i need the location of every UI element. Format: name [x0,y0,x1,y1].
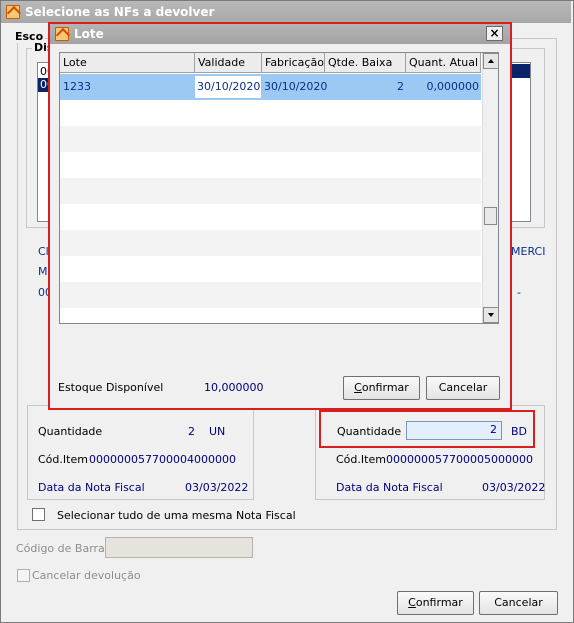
lote-dialog-title: Lote [74,27,104,41]
lote-cancel-button[interactable]: Cancelar [426,376,500,400]
nf-list-row-selected-tail [510,64,530,78]
cell-fabricacao[interactable]: 30/10/2020 [264,74,327,100]
empty-row [60,308,481,323]
empty-row [60,178,481,204]
barcode-label: Código de Barras [16,542,111,555]
right-quantidade-unit: BD [511,425,528,438]
cell-qtde-baixa[interactable]: 2 [325,74,404,100]
right-data-nf-value: 03/03/2022 [482,481,546,494]
estoque-value: 10,000000 [204,381,264,394]
right-quantidade-input[interactable]: 2 [406,421,502,440]
lote-grid[interactable]: Lote Validade Fabricação Qtde. Baixa Qua… [59,52,499,324]
lote-confirm-button[interactable]: Confirmar [343,376,420,400]
scroll-up-icon[interactable] [483,53,499,69]
lote-grid-body: 1233 30/10/2020 30/10/2020 2 0,000000 [60,74,481,323]
cell-validade[interactable]: 30/10/2020 [195,76,261,98]
right-cod-item-value: 000000057700005000000 [386,453,533,466]
confirm-button-mnemonic: C [408,596,416,609]
close-icon[interactable]: × [486,26,503,41]
empty-row [60,126,481,152]
app-icon [6,5,20,19]
left-cod-item-label: Cód.Item [38,453,88,466]
empty-row [60,256,481,282]
lote-grid-header: Lote Validade Fabricação Qtde. Baixa Qua… [60,53,481,73]
cancel-button[interactable]: Cancelar [479,591,558,615]
estoque-label: Estoque Disponível [58,381,164,394]
left-data-nf-value: 03/03/2022 [185,481,249,494]
lote-cancel-label: Cancelar [438,381,488,394]
left-cod-item-value: 000000057700004000000 [89,453,236,466]
right-data-nf-label: Data da Nota Fiscal [336,481,443,494]
main-title-bar[interactable]: Selecione as NFs a devolver [1,1,571,23]
cell-quant-atual[interactable]: 0,000000 [406,74,480,100]
left-data-nf-label: Data da Nota Fiscal [38,481,145,494]
confirm-button-label: onfirmar [415,596,463,609]
empty-row [60,230,481,256]
cancel-return-checkbox[interactable] [17,569,30,582]
right-quantidade-label: Quantidade [337,425,402,438]
barcode-input[interactable] [105,537,253,558]
lote-confirm-label: onfirmar [361,381,409,394]
column-header-qtde-baixa[interactable]: Qtde. Baixa [325,53,406,73]
left-quantidade-unit: UN [209,425,226,438]
column-header-fabricacao[interactable]: Fabricação [262,53,325,73]
lote-grid-scrollbar[interactable] [482,53,499,323]
main-window-title: Selecione as NFs a devolver [25,5,215,19]
dash-fragment: - [517,286,521,299]
lote-title-bar[interactable]: Lote × [50,24,510,44]
cell-lote[interactable]: 1233 [63,74,91,100]
empty-row [60,152,481,178]
lote-confirm-mnemonic: C [354,381,362,394]
column-header-quant-atual[interactable]: Quant. Atual [406,53,481,73]
select-all-label: Selecionar tudo de uma mesma Nota Fiscal [57,509,296,522]
lote-app-icon [55,27,69,41]
scroll-thumb[interactable] [484,207,497,225]
table-row[interactable]: 1233 30/10/2020 30/10/2020 2 0,000000 [60,74,481,100]
empty-row [60,282,481,308]
left-quantidade-value: 2 [188,425,195,438]
cancel-return-label: Cancelar devolução [32,569,141,582]
lote-dialog: Lote × Lote Validade Fabricação Qtde. Ba… [50,24,510,408]
empty-row [60,100,481,126]
left-quantidade-label: Quantidade [38,425,103,438]
confirm-button[interactable]: Confirmar [397,591,474,615]
scroll-down-icon[interactable] [483,307,499,323]
right-cod-item-label: Cód.Item [336,453,386,466]
merci-fragment: MERCI [511,245,546,258]
empty-row [60,204,481,230]
select-all-checkbox[interactable] [32,508,45,521]
column-header-validade[interactable]: Validade [195,53,262,73]
column-header-lote[interactable]: Lote [60,53,195,73]
cancel-button-label: Cancelar [494,596,543,609]
